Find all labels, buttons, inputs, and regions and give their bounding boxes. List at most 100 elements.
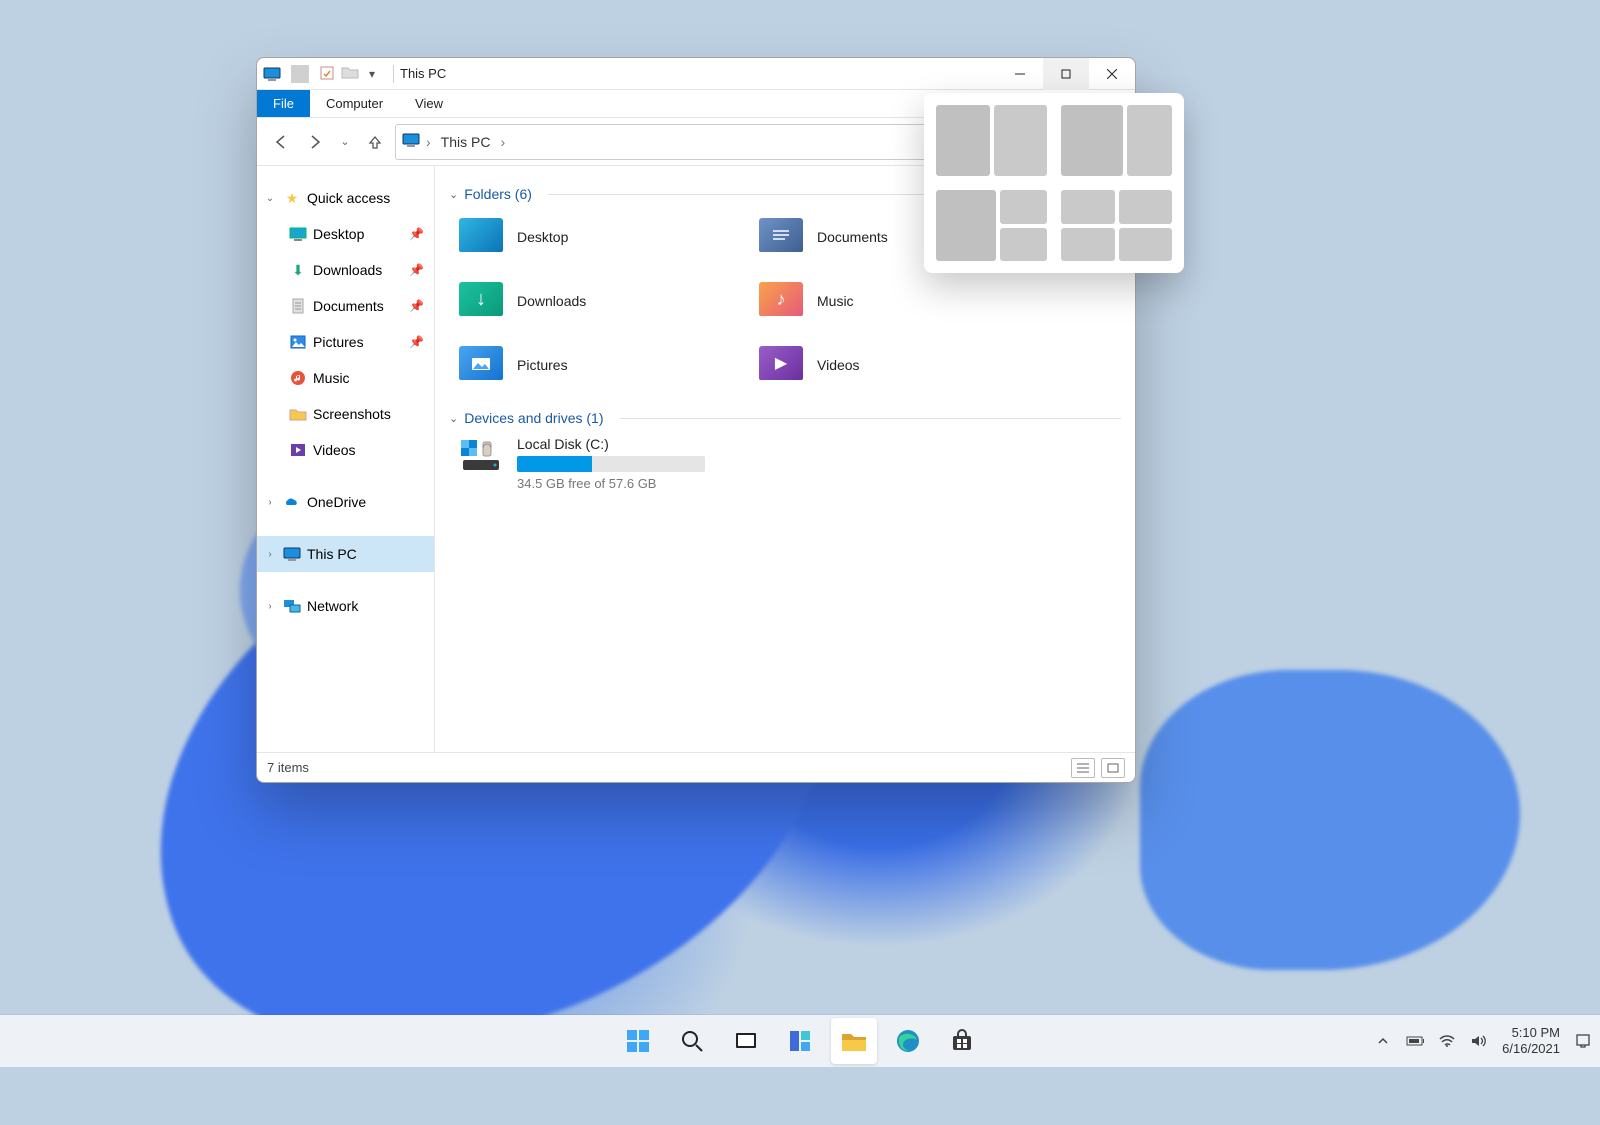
tray-overflow-icon[interactable] bbox=[1374, 1032, 1392, 1050]
snap-layouts-popover bbox=[924, 93, 1184, 273]
snap-layout-quad[interactable] bbox=[1061, 190, 1172, 261]
onedrive-icon bbox=[283, 493, 301, 511]
sidebar-item-label: Desktop bbox=[313, 226, 364, 242]
chevron-down-icon[interactable]: ⌄ bbox=[449, 188, 458, 201]
thispc-crumb-icon bbox=[402, 133, 420, 150]
forward-button[interactable] bbox=[301, 126, 329, 158]
drive-usage-bar bbox=[517, 456, 705, 472]
chevron-down-icon[interactable]: ⌄ bbox=[449, 412, 458, 425]
pin-icon[interactable]: 📌 bbox=[409, 299, 424, 313]
taskview-button[interactable] bbox=[723, 1018, 769, 1064]
icons-view-button[interactable] bbox=[1101, 758, 1125, 778]
sidebar-network[interactable]: › Network bbox=[257, 588, 434, 624]
video-icon bbox=[289, 441, 307, 459]
sidebar-onedrive[interactable]: › OneDrive bbox=[257, 484, 434, 520]
chevron-right-icon[interactable]: › bbox=[263, 549, 277, 560]
snap-layout-two-thirds[interactable] bbox=[1061, 105, 1172, 176]
drive-free-text: 34.5 GB free of 57.6 GB bbox=[517, 476, 1121, 491]
start-button[interactable] bbox=[615, 1018, 661, 1064]
sidebar-item-label: Music bbox=[313, 370, 350, 386]
close-button[interactable] bbox=[1089, 58, 1135, 90]
sidebar-item-label: Downloads bbox=[313, 262, 382, 278]
sidebar-quick-access[interactable]: ⌄ ★ Quick access bbox=[257, 180, 434, 216]
dropdown-icon[interactable]: ▾ bbox=[363, 65, 381, 83]
group-devices-header[interactable]: ⌄ Devices and drives (1) bbox=[449, 410, 1121, 426]
search-button[interactable] bbox=[669, 1018, 715, 1064]
pin-icon[interactable]: 📌 bbox=[409, 263, 424, 277]
titlebar[interactable]: ▾ This PC bbox=[257, 58, 1135, 90]
tab-view[interactable]: View bbox=[399, 90, 459, 117]
pin-icon[interactable]: 📌 bbox=[409, 335, 424, 349]
sidebar-item-label: Videos bbox=[313, 442, 356, 458]
desktop-icon bbox=[289, 225, 307, 243]
sidebar-item-documents[interactable]: Documents 📌 bbox=[257, 288, 434, 324]
sidebar-item-pictures[interactable]: Pictures 📌 bbox=[257, 324, 434, 360]
widgets-button[interactable] bbox=[777, 1018, 823, 1064]
sidebar-item-music[interactable]: Music bbox=[257, 360, 434, 396]
snap-layout-left-stack[interactable] bbox=[936, 190, 1047, 261]
folder-label: Documents bbox=[817, 229, 888, 245]
documents-folder-icon bbox=[759, 218, 803, 256]
quick-access-toolbar: ▾ bbox=[263, 65, 381, 83]
volume-icon[interactable] bbox=[1470, 1032, 1488, 1050]
star-icon: ★ bbox=[283, 189, 301, 207]
minimize-button[interactable] bbox=[997, 58, 1043, 90]
details-view-button[interactable] bbox=[1071, 758, 1095, 778]
download-icon: ⬇ bbox=[289, 261, 307, 279]
properties-icon[interactable] bbox=[319, 65, 337, 83]
sidebar-item-videos[interactable]: Videos bbox=[257, 432, 434, 468]
group-label: Folders (6) bbox=[464, 186, 532, 202]
sidebar-item-label: Screenshots bbox=[313, 406, 391, 422]
taskbar-clock[interactable]: 5:10 PM 6/16/2021 bbox=[1502, 1025, 1560, 1058]
folder-label: Videos bbox=[817, 357, 860, 373]
folder-videos[interactable]: ▶ Videos bbox=[759, 340, 1039, 390]
notifications-icon[interactable] bbox=[1574, 1032, 1592, 1050]
system-tray: 5:10 PM 6/16/2021 bbox=[1374, 1025, 1592, 1058]
up-button[interactable] bbox=[361, 126, 389, 158]
taskbar[interactable]: 5:10 PM 6/16/2021 bbox=[0, 1015, 1600, 1067]
window-title: This PC bbox=[400, 66, 446, 81]
sidebar-thispc[interactable]: › This PC bbox=[257, 536, 434, 572]
sidebar-item-screenshots[interactable]: Screenshots bbox=[257, 396, 434, 432]
status-bar: 7 items bbox=[257, 752, 1135, 782]
crumb-thispc[interactable]: This PC bbox=[437, 132, 495, 152]
thispc-icon bbox=[263, 65, 281, 83]
sidebar-item-label: Documents bbox=[313, 298, 384, 314]
sidebar-item-downloads[interactable]: ⬇ Downloads 📌 bbox=[257, 252, 434, 288]
music-folder-icon: ♪ bbox=[759, 282, 803, 320]
picture-icon bbox=[289, 333, 307, 351]
back-button[interactable] bbox=[267, 126, 295, 158]
document-icon bbox=[289, 297, 307, 315]
battery-icon[interactable] bbox=[1406, 1032, 1424, 1050]
thispc-icon bbox=[283, 545, 301, 563]
folder-label: Desktop bbox=[517, 229, 568, 245]
chevron-right-icon[interactable]: › bbox=[263, 497, 277, 508]
maximize-button[interactable] bbox=[1043, 58, 1089, 90]
taskbar-store[interactable] bbox=[939, 1018, 985, 1064]
crumb-chevron-icon[interactable]: › bbox=[500, 134, 505, 150]
taskbar-center bbox=[615, 1018, 985, 1064]
snap-layout-halves[interactable] bbox=[936, 105, 1047, 176]
tab-file[interactable]: File bbox=[257, 90, 310, 117]
drive-name: Local Disk (C:) bbox=[517, 436, 1121, 452]
drive-local-disk-c[interactable]: Local Disk (C:) 34.5 GB free of 57.6 GB bbox=[459, 436, 1121, 491]
folder-open-icon[interactable] bbox=[341, 65, 359, 83]
clock-time: 5:10 PM bbox=[1502, 1025, 1560, 1041]
taskbar-edge[interactable] bbox=[885, 1018, 931, 1064]
recent-dropdown[interactable]: ⌄ bbox=[335, 126, 355, 158]
chevron-right-icon[interactable]: › bbox=[263, 601, 277, 612]
pin-icon[interactable]: 📌 bbox=[409, 227, 424, 241]
folder-pictures[interactable]: Pictures bbox=[459, 340, 739, 390]
folder-desktop[interactable]: Desktop bbox=[459, 212, 739, 262]
sidebar-item-desktop[interactable]: Desktop 📌 bbox=[257, 216, 434, 252]
taskbar-file-explorer[interactable] bbox=[831, 1018, 877, 1064]
wifi-icon[interactable] bbox=[1438, 1032, 1456, 1050]
chevron-down-icon[interactable]: ⌄ bbox=[263, 193, 277, 204]
folder-downloads[interactable]: ↓ Downloads bbox=[459, 276, 739, 326]
tab-computer[interactable]: Computer bbox=[310, 90, 399, 117]
folder-icon bbox=[289, 405, 307, 423]
folder-music[interactable]: ♪ Music bbox=[759, 276, 1039, 326]
navigation-pane: ⌄ ★ Quick access Desktop 📌 ⬇ Downloads 📌… bbox=[257, 166, 435, 752]
sidebar-label: This PC bbox=[307, 546, 357, 562]
crumb-chevron-icon[interactable]: › bbox=[426, 134, 431, 150]
